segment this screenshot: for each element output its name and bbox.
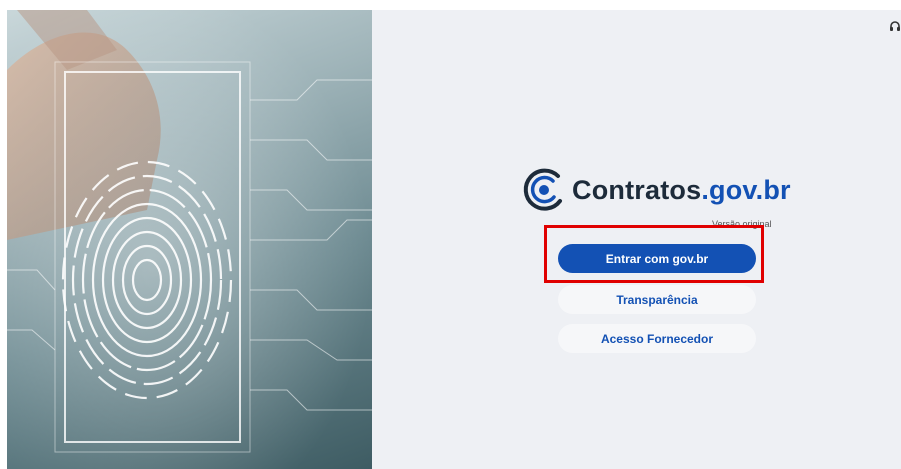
gov-swirl-icon	[523, 168, 562, 211]
logo-wordmark: Contratos.gov.br	[572, 175, 791, 206]
fingerprint-hero-image	[7, 10, 372, 469]
headset-icon[interactable]	[889, 20, 901, 34]
login-panel: Contratos.gov.br Versão original Entrar …	[372, 10, 901, 469]
logo-name-suffix: .gov.br	[701, 174, 791, 205]
login-page: Contratos.gov.br Versão original Entrar …	[7, 10, 901, 469]
transparency-button[interactable]: Transparência	[558, 285, 756, 314]
fingerprint-illustration	[7, 10, 372, 469]
contratos-logo: Contratos.gov.br	[522, 168, 791, 212]
supplier-access-button[interactable]: Acesso Fornecedor	[558, 324, 756, 353]
logo-name-main: Contratos	[572, 174, 702, 205]
login-govbr-button[interactable]: Entrar com gov.br	[558, 244, 756, 273]
